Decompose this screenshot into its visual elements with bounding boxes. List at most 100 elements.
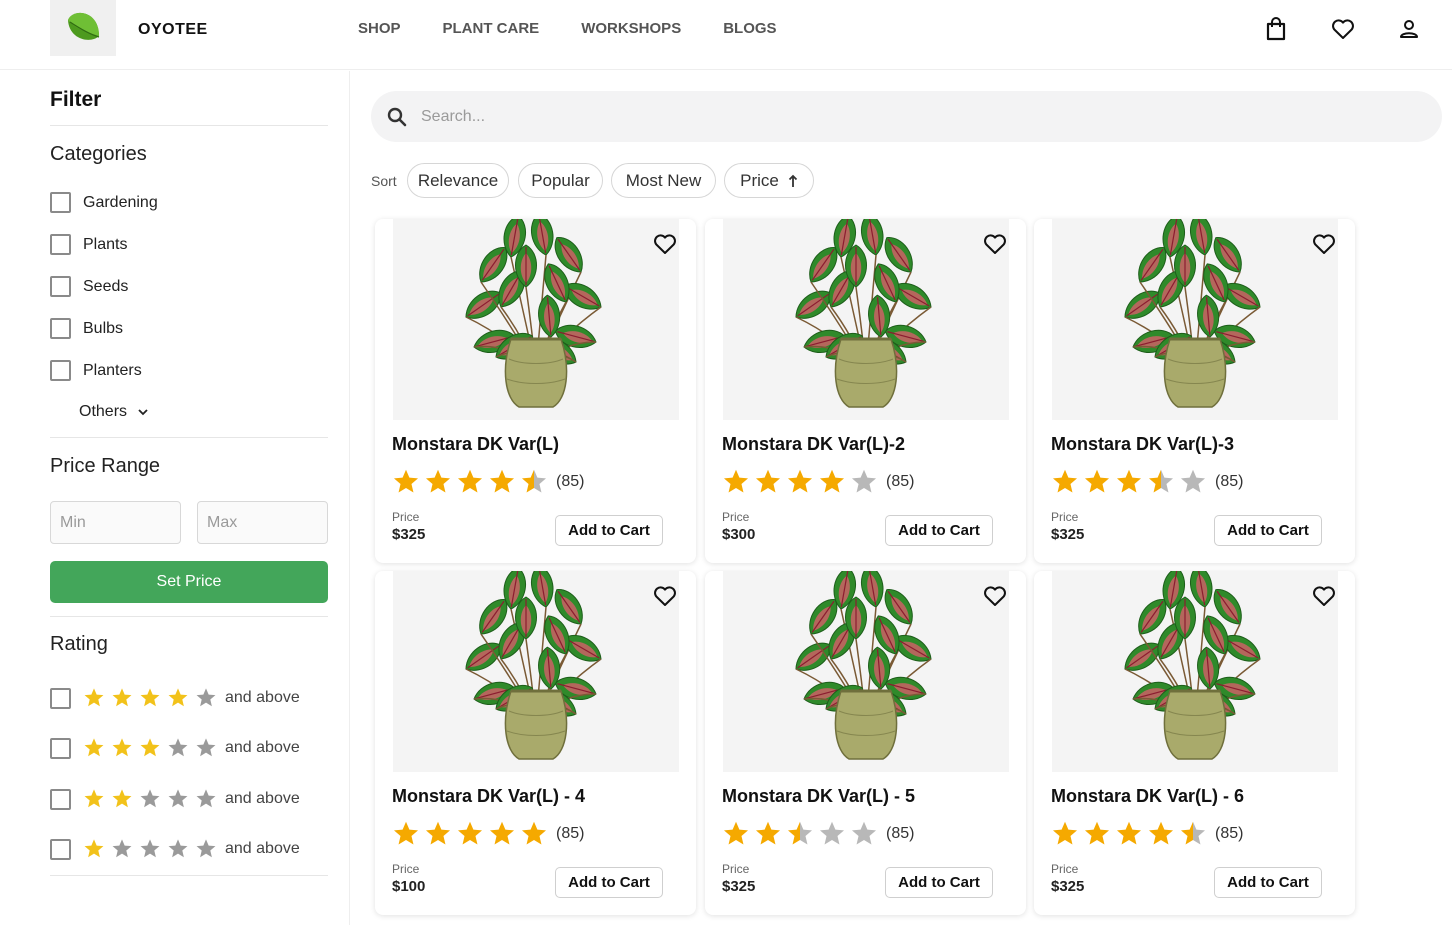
product-rating: (85): [392, 820, 584, 848]
product-card[interactable]: Monstara DK Var(L) (85) Price $325 Add t…: [375, 219, 696, 563]
star-icon: [1116, 821, 1142, 845]
search-bar: [371, 91, 1442, 142]
filter-title: Filter: [50, 88, 102, 111]
search-icon[interactable]: [386, 106, 408, 128]
product-image[interactable]: [723, 219, 1009, 420]
star-icon: [787, 469, 813, 493]
star-icon: [489, 469, 515, 493]
rating-filter-4[interactable]: and above: [50, 687, 300, 709]
product-card[interactable]: Monstara DK Var(L) - 4 (85) Price $100 A…: [375, 571, 696, 915]
price-label: Price: [392, 510, 420, 524]
checkbox[interactable]: [50, 687, 71, 709]
search-input[interactable]: [421, 107, 1321, 126]
min-price-input[interactable]: [50, 501, 181, 544]
product-price: $325: [1051, 526, 1085, 543]
sort-chip-popular[interactable]: Popular: [518, 163, 603, 198]
product-card[interactable]: Monstara DK Var(L) - 6 (85) Price $325 A…: [1034, 571, 1355, 915]
checkbox[interactable]: [50, 360, 71, 381]
sort-chip-price[interactable]: Price: [724, 163, 814, 198]
star-icon: [196, 839, 216, 858]
product-image[interactable]: [1052, 219, 1338, 420]
brand-logo[interactable]: [50, 0, 116, 56]
review-count: (85): [1215, 473, 1244, 490]
shopping-bag-icon[interactable]: [1263, 16, 1289, 42]
price-range-title: Price Range: [50, 455, 161, 477]
star-icon: [84, 738, 104, 757]
product-card[interactable]: Monstara DK Var(L) - 5 (85) Price $325 A…: [705, 571, 1026, 915]
product-name[interactable]: Monstara DK Var(L): [392, 434, 559, 455]
product-card[interactable]: Monstara DK Var(L)-2 (85) Price $300 Add…: [705, 219, 1026, 563]
checkbox[interactable]: [50, 838, 71, 860]
category-label: Planters: [83, 361, 142, 379]
user-icon[interactable]: [1396, 16, 1422, 42]
product-image[interactable]: [723, 571, 1009, 772]
sort-chip-most-new[interactable]: Most New: [611, 163, 716, 198]
others-dropdown[interactable]: Others: [79, 403, 149, 421]
star-icon: [84, 688, 104, 707]
rating-filter-1[interactable]: and above: [50, 838, 300, 860]
checkbox[interactable]: [50, 788, 71, 810]
rating-label: and above: [225, 790, 300, 807]
category-checkbox-seeds[interactable]: Seeds: [50, 276, 128, 297]
heart-icon[interactable]: [1330, 16, 1356, 42]
arrow-up-icon: [788, 174, 798, 188]
wishlist-heart-icon[interactable]: [982, 583, 1008, 609]
star-icon: [1052, 469, 1078, 493]
product-name[interactable]: Monstara DK Var(L) - 6: [1051, 786, 1244, 807]
product-image[interactable]: [1052, 571, 1338, 772]
wishlist-heart-icon[interactable]: [1311, 231, 1337, 257]
max-price-input[interactable]: [197, 501, 328, 544]
price-label: Price: [722, 510, 750, 524]
potted-plant-illustration: [795, 571, 932, 760]
checkbox[interactable]: [50, 276, 71, 297]
star-rating: [1051, 468, 1211, 496]
star-icon: [168, 789, 188, 808]
star-icon: [112, 688, 132, 707]
add-to-cart-button[interactable]: Add to Cart: [555, 515, 663, 546]
review-count: (85): [886, 473, 915, 490]
wishlist-heart-icon[interactable]: [652, 231, 678, 257]
checkbox[interactable]: [50, 318, 71, 339]
star-icon: [1052, 821, 1078, 845]
nav-link-workshops[interactable]: WORKSHOPS: [581, 20, 681, 37]
rating-filter-3[interactable]: and above: [50, 737, 300, 759]
add-to-cart-button[interactable]: Add to Cart: [555, 867, 663, 898]
wishlist-heart-icon[interactable]: [982, 231, 1008, 257]
brand-name[interactable]: OYOTEE: [138, 21, 208, 39]
set-price-button[interactable]: Set Price: [50, 561, 328, 603]
product-image[interactable]: [393, 219, 679, 420]
add-to-cart-button[interactable]: Add to Cart: [1214, 867, 1322, 898]
add-to-cart-button[interactable]: Add to Cart: [1214, 515, 1322, 546]
star-rating: [722, 468, 882, 496]
wishlist-heart-icon[interactable]: [652, 583, 678, 609]
main-nav: SHOP PLANT CARE WORKSHOPS BLOGS: [358, 20, 819, 37]
nav-link-shop[interactable]: SHOP: [358, 20, 401, 37]
price-label: Price: [722, 862, 750, 876]
product-card[interactable]: Monstara DK Var(L)-3 (85) Price $325 Add…: [1034, 219, 1355, 563]
category-checkbox-gardening[interactable]: Gardening: [50, 192, 158, 213]
star-icon: [755, 469, 781, 493]
sort-chip-relevance[interactable]: Relevance: [407, 163, 509, 198]
product-name[interactable]: Monstara DK Var(L) - 5: [722, 786, 915, 807]
add-to-cart-button[interactable]: Add to Cart: [885, 515, 993, 546]
wishlist-heart-icon[interactable]: [1311, 583, 1337, 609]
product-name[interactable]: Monstara DK Var(L)-3: [1051, 434, 1234, 455]
checkbox[interactable]: [50, 737, 71, 759]
star-rating: [83, 687, 223, 709]
star-rating: [1051, 820, 1211, 848]
nav-link-blogs[interactable]: BLOGS: [723, 20, 776, 37]
category-checkbox-planters[interactable]: Planters: [50, 360, 142, 381]
category-checkbox-bulbs[interactable]: Bulbs: [50, 318, 123, 339]
product-image[interactable]: [393, 571, 679, 772]
rating-filter-2[interactable]: and above: [50, 788, 300, 810]
product-name[interactable]: Monstara DK Var(L) - 4: [392, 786, 585, 807]
nav-link-plant-care[interactable]: PLANT CARE: [443, 20, 540, 37]
filter-sidebar: Filter Categories Gardening Plants Seeds…: [0, 71, 350, 925]
add-to-cart-button[interactable]: Add to Cart: [885, 867, 993, 898]
star-icon: [851, 821, 877, 845]
category-checkbox-plants[interactable]: Plants: [50, 234, 127, 255]
product-name[interactable]: Monstara DK Var(L)-2: [722, 434, 905, 455]
category-label: Plants: [83, 235, 128, 253]
checkbox[interactable]: [50, 234, 71, 255]
checkbox[interactable]: [50, 192, 71, 213]
